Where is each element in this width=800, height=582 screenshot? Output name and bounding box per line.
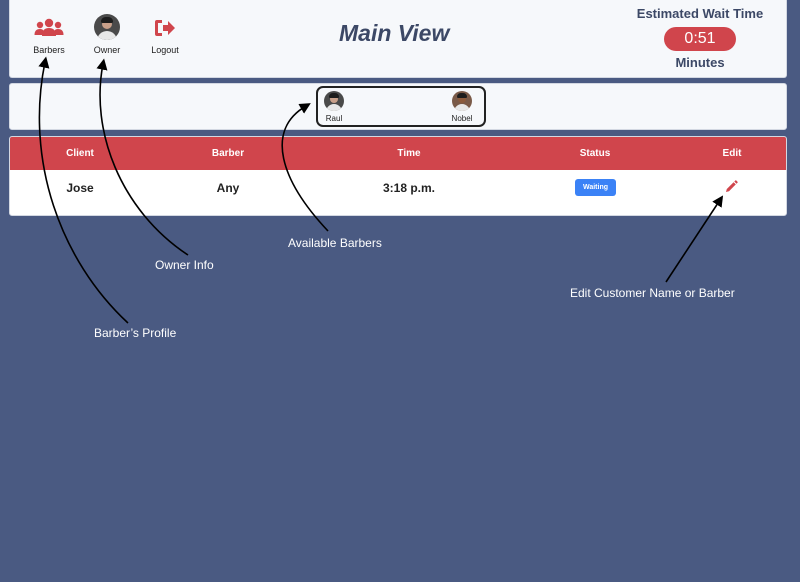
arrow-owner-info xyxy=(96,58,189,256)
annotation-edit-customer: Edit Customer Name or Barber xyxy=(570,286,735,300)
arrow-barbers-profile xyxy=(38,56,129,324)
arrow-available-barbers xyxy=(281,103,329,232)
annotation-barbers-profile: Barber’s Profile xyxy=(94,326,177,340)
arrow-edit xyxy=(665,195,724,283)
annotation-available-barbers: Available Barbers xyxy=(288,236,382,250)
annotation-owner-info: Owner Info xyxy=(155,258,214,272)
